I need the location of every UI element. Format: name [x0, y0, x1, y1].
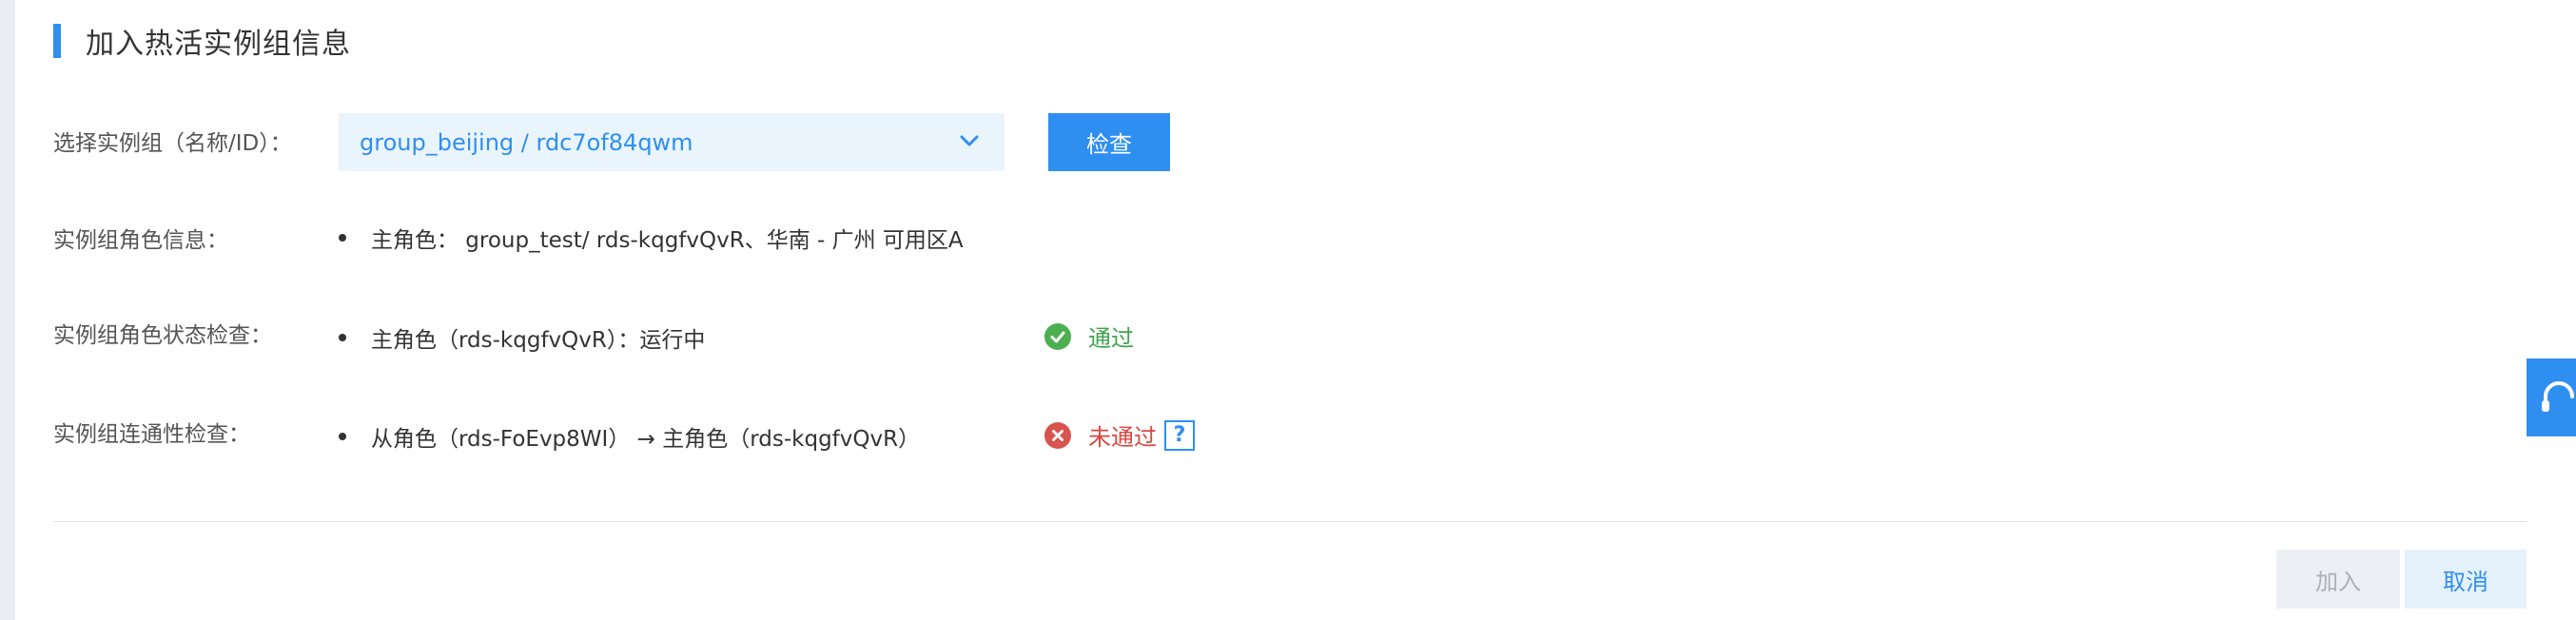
check-button[interactable]: 检查: [1048, 113, 1170, 171]
bullet-dot: [339, 433, 346, 440]
connectivity-label: 实例组连通性检查：: [53, 422, 250, 447]
title-accent-bar: [53, 24, 61, 58]
group-select[interactable]: group_beijing / rdc7of84qwm: [339, 113, 1005, 171]
question-icon[interactable]: ?: [1164, 419, 1195, 451]
chevron-down-icon: [960, 135, 979, 146]
connectivity-result-text: 未通过: [1088, 424, 1157, 451]
bullet-dot: [339, 234, 346, 242]
cancel-button[interactable]: 取消: [2405, 550, 2527, 609]
connectivity-text: 从角色（rds-FoEvp8WI） → 主角色（rds-kqgfvQvR）: [371, 427, 921, 452]
x-circle-icon: [1044, 421, 1071, 449]
join-group-panel: [15, 0, 2576, 620]
bullet-dot: [339, 334, 346, 341]
connectivity-result: 未通过 ?: [1044, 418, 1195, 452]
section-title: 加入热活实例组信息: [86, 28, 351, 61]
role-status-result: 通过: [1044, 320, 1134, 353]
role-info-item: 主角色： group_test/ rds-kqgfvQvR、华南 - 广州 可用…: [339, 222, 964, 254]
left-strip: [0, 0, 15, 620]
section-header: 加入热活实例组信息: [53, 22, 351, 61]
role-status-text: 主角色（rds-kqgfvQvR）：运行中: [371, 328, 706, 353]
role-status-item: 主角色（rds-kqgfvQvR）：运行中: [339, 321, 705, 354]
role-status-label: 实例组角色状态检查：: [53, 323, 272, 348]
support-float-button[interactable]: [2527, 358, 2576, 436]
connectivity-item: 从角色（rds-FoEvp8WI） → 主角色（rds-kqgfvQvR）: [339, 420, 920, 453]
role-status-result-text: 通过: [1088, 325, 1134, 352]
headset-icon: [2542, 381, 2574, 412]
footer-divider: [53, 521, 2527, 522]
check-circle-icon: [1044, 322, 1071, 350]
select-group-label: 选择实例组（名称/ID）：: [53, 131, 292, 156]
role-info-text: 主角色： group_test/ rds-kqgfvQvR、华南 - 广州 可用…: [371, 228, 964, 253]
role-info-label: 实例组角色信息：: [53, 228, 228, 253]
group-select-value: group_beijing / rdc7of84qwm: [360, 128, 693, 156]
join-button[interactable]: 加入: [2276, 550, 2400, 609]
